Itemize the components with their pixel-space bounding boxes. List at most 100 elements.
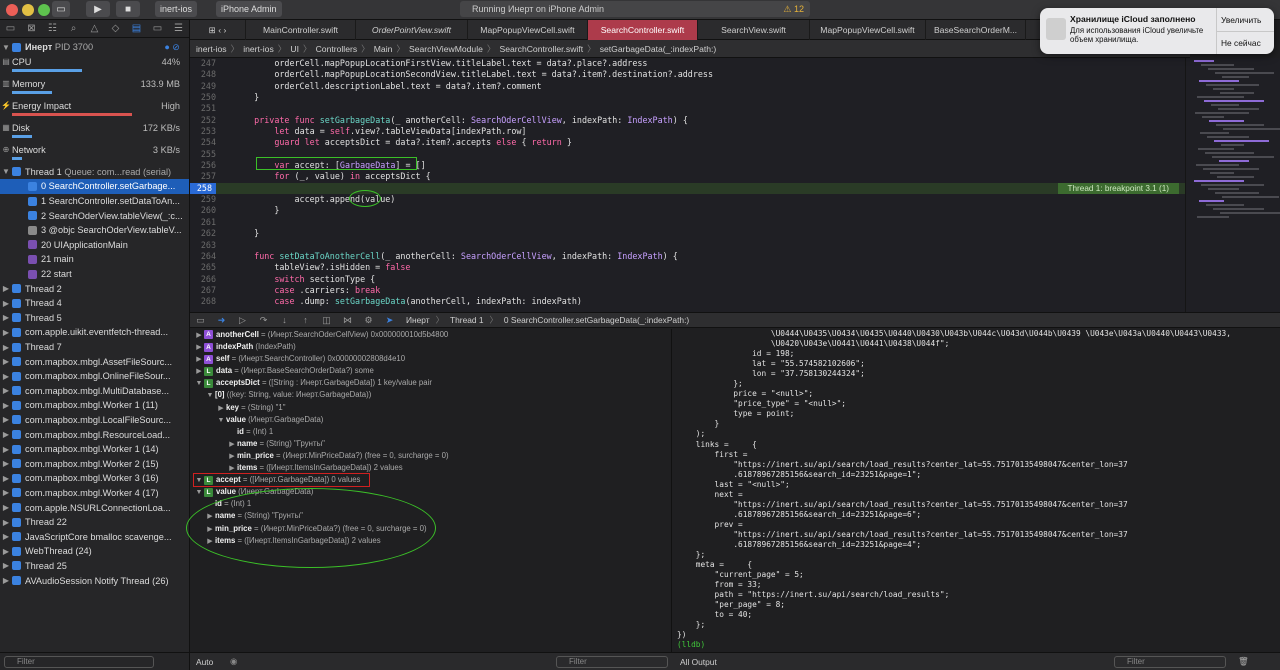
variable-row[interactable]: ▶ AanotherCell = (Инерт.SearchOderCellVie…	[190, 329, 671, 341]
code-line[interactable]: 264 func setDataToAnotherCell(_ anotherC…	[190, 251, 1185, 262]
code-line[interactable]: 247 orderCell.mapPopupLocationFirstView.…	[190, 58, 1185, 69]
thread-row[interactable]: ▶ com.mapbox.mbgl.Worker 3 (16)	[0, 471, 189, 486]
debug-frame[interactable]: 0 SearchController.setGarbageData(_:inde…	[504, 315, 689, 325]
code-line[interactable]: 248 orderCell.mapPopupLocationSecondView…	[190, 69, 1185, 80]
code-line[interactable]: 254 guard let acceptsDict = data?.item?.…	[190, 137, 1185, 148]
variables-filter[interactable]: Filter	[556, 656, 668, 668]
variables-scope-selector[interactable]: Auto	[196, 657, 213, 667]
tab-file[interactable]: MapPopupViewCell.swift	[468, 20, 588, 40]
find-icon[interactable]: ⌕	[63, 23, 84, 34]
code-line[interactable]: 259 accept.append(value)	[190, 194, 1185, 205]
view-hierarchy-icon[interactable]: ◫	[316, 315, 337, 326]
thread-row[interactable]: ▶ com.mapbox.mbgl.Worker 1 (11)	[0, 398, 189, 413]
breadcrumb-item[interactable]: SearchViewModule	[409, 44, 483, 54]
stop-button[interactable]: ■	[116, 1, 140, 17]
process-row[interactable]: ▼ Инерт PID 3700 ● ⊘	[0, 40, 189, 55]
gauge-network[interactable]: ⊕ Network 3 KB/s	[0, 143, 189, 165]
stack-frame[interactable]: 2 SearchOderView.tableView(_:c...	[0, 208, 189, 223]
device-selector[interactable]: iPhone Admin	[216, 1, 282, 17]
tab-file[interactable]: SearchController.swift	[588, 20, 698, 40]
environment-icon[interactable]: ⚙	[358, 315, 379, 326]
variable-row[interactable]: ▶ Ldata = (Инерт.BaseSearchOrderData?) so…	[190, 365, 671, 377]
tab-file[interactable]: OrderPointView.swift	[356, 20, 468, 40]
code-line[interactable]: 268 case .dump: setGarbageData(anotherCe…	[190, 296, 1185, 307]
test-icon[interactable]: ◇	[105, 23, 126, 34]
thread-row[interactable]: ▶ com.mapbox.mbgl.Worker 4 (17)	[0, 486, 189, 501]
folder-icon[interactable]: ▭	[0, 23, 21, 34]
gauge-disk[interactable]: ▦ Disk 172 KB/s	[0, 121, 189, 143]
variable-row[interactable]: ▶ min_price = (Инерт.MinPriceData?) (free…	[190, 450, 671, 462]
thread-row[interactable]: ▶ Thread 25	[0, 559, 189, 574]
minimize-window-button[interactable]	[22, 4, 34, 16]
step-in-icon[interactable]: ↓	[274, 315, 295, 325]
debug-icon[interactable]: ▤	[126, 23, 147, 34]
code-line[interactable]: 252 private func setGarbageData(_ anothe…	[190, 115, 1185, 126]
thread-row[interactable]: ▶ com.mapbox.mbgl.Worker 1 (14)	[0, 442, 189, 457]
breadcrumb-item[interactable]: setGarbageData(_:indexPath:)	[600, 44, 717, 54]
gauge-energy-impact[interactable]: ⚡ Energy Impact High	[0, 99, 189, 121]
zoom-window-button[interactable]	[38, 4, 50, 16]
breadcrumb-item[interactable]: Controllers	[316, 44, 358, 54]
thread-row[interactable]: ▶ Thread 4	[0, 296, 189, 311]
gauge-memory[interactable]: ▥ Memory 133.9 MB	[0, 77, 189, 99]
step-out-icon[interactable]: ↑	[295, 315, 316, 325]
hide-debug-area-icon[interactable]: ▭	[190, 315, 211, 326]
tab-file[interactable]: MainController.swift	[246, 20, 356, 40]
step-over-icon[interactable]: ↷	[253, 315, 274, 326]
code-line[interactable]: 262 }	[190, 228, 1185, 239]
thread-row[interactable]: ▶ Thread 7	[0, 340, 189, 355]
breakpoint-icon[interactable]: ▭	[147, 23, 168, 34]
tab-file[interactable]: BaseSearchOrderM...	[926, 20, 1026, 40]
thread-row[interactable]: ▶ Thread 2	[0, 281, 189, 296]
console-output-selector[interactable]: All Output	[680, 657, 717, 667]
breadcrumb-item[interactable]: SearchController.swift	[500, 44, 584, 54]
stack-frame[interactable]: 0 SearchController.setGarbage...	[0, 179, 189, 194]
variable-row[interactable]: ▼ value (Инерт.GarbageData)	[190, 414, 671, 426]
thread-row[interactable]: ▶ com.apple.NSURLConnectionLoa...	[0, 500, 189, 515]
breakpoints-toggle-icon[interactable]: ➜	[211, 315, 232, 326]
tab-navigation[interactable]: ⊞ ‹ ›	[190, 20, 246, 40]
stack-frame[interactable]: 20 UIApplicationMain	[0, 238, 189, 253]
code-line[interactable]: 258 Thread 1: breakpoint 3.1 (1)	[190, 182, 1185, 195]
variable-row[interactable]: ▶ name = (String) "Грунты"	[190, 438, 671, 450]
breadcrumb-item[interactable]: inert-ios	[196, 44, 227, 54]
code-line[interactable]: 260 }	[190, 205, 1185, 216]
thread-row[interactable]: ▶ com.apple.uikit.eventfetch-thread...	[0, 325, 189, 340]
thread-row[interactable]: ▶ com.mapbox.mbgl.Worker 2 (15)	[0, 456, 189, 471]
tab-file[interactable]: SearchView.swift	[698, 20, 810, 40]
debug-target[interactable]: Инерт	[406, 315, 430, 325]
report-icon[interactable]: ☰	[168, 23, 189, 34]
code-line[interactable]: 267 case .carriers: break	[190, 285, 1185, 296]
stack-frame[interactable]: 22 start	[0, 267, 189, 282]
thread-row[interactable]: ▶ com.mapbox.mbgl.ResourceLoad...	[0, 427, 189, 442]
continue-icon[interactable]: ▷	[232, 315, 253, 326]
filter-input[interactable]: Filter	[4, 656, 154, 668]
thread-row[interactable]: ▶ Thread 22	[0, 515, 189, 530]
close-window-button[interactable]	[6, 4, 18, 16]
console-filter[interactable]: Filter	[1114, 656, 1226, 668]
variable-row[interactable]: ▼ [0] ((key: String, value: Инерт.Garbage…	[190, 389, 671, 401]
thread-row[interactable]: ▶ com.mapbox.mbgl.LocalFileSourc...	[0, 413, 189, 428]
code-line[interactable]: 257 for (_, value) in acceptsDict {	[190, 171, 1185, 182]
stack-frame[interactable]: 21 main	[0, 252, 189, 267]
source-editor[interactable]: 247 orderCell.mapPopupLocationFirstView.…	[190, 58, 1185, 312]
stack-frame[interactable]: 3 @objc SearchOderView.tableV...	[0, 223, 189, 238]
code-line[interactable]: 266 switch sectionType {	[190, 274, 1185, 285]
memory-graph-icon[interactable]: ⋈	[337, 315, 358, 326]
code-line[interactable]: 265 tableView?.isHidden = false	[190, 262, 1185, 273]
thread-row[interactable]: ▶ AVAudioSession Notify Thread (26)	[0, 573, 189, 588]
thread-row[interactable]: ▶ com.mapbox.mbgl.AssetFileSourc...	[0, 354, 189, 369]
variable-row[interactable]: id = (Int) 1	[190, 426, 671, 438]
not-now-button[interactable]: Не сейчас	[1217, 31, 1274, 54]
navigator-filter[interactable]: Filter	[0, 652, 189, 670]
run-button[interactable]: ▶	[86, 1, 110, 17]
eye-icon[interactable]: ◉	[230, 656, 237, 666]
thread-row[interactable]: ▶ Thread 5	[0, 311, 189, 326]
minimap[interactable]	[1185, 58, 1280, 312]
thread-row[interactable]: ▶ WebThread (24)	[0, 544, 189, 559]
stack-frame[interactable]: 1 SearchController.setDataToAn...	[0, 194, 189, 209]
code-line[interactable]: 249 orderCell.descriptionLabel.text = da…	[190, 81, 1185, 92]
location-icon[interactable]: ➤	[379, 315, 400, 326]
gauge-cpu[interactable]: ▤ CPU 44%	[0, 55, 189, 77]
trash-icon[interactable]: 🗑	[1238, 656, 1249, 667]
